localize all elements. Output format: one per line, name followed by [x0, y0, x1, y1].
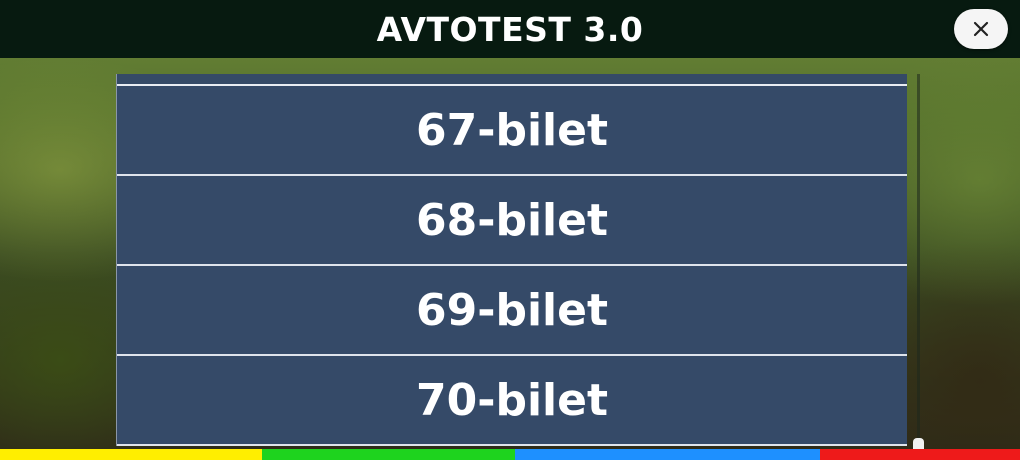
- list-item-partial[interactable]: [117, 74, 907, 86]
- ticket-label: 69-bilet: [415, 284, 609, 336]
- ticket-items: 67-bilet 68-bilet 69-bilet 70-bilet: [117, 86, 907, 446]
- ticket-item-68[interactable]: 68-bilet: [117, 176, 907, 266]
- color-segment-blue: [515, 449, 820, 460]
- color-bar: [0, 449, 1020, 460]
- color-segment-red: [820, 449, 1020, 460]
- title-bar: AVTOTEST 3.0: [0, 0, 1020, 58]
- ticket-list[interactable]: 67-bilet 68-bilet 69-bilet 70-bilet: [116, 74, 907, 446]
- ticket-label: 68-bilet: [415, 194, 609, 246]
- ticket-label: 70-bilet: [415, 374, 609, 426]
- ticket-item-67[interactable]: 67-bilet: [117, 86, 907, 176]
- close-icon: [973, 21, 989, 37]
- color-segment-yellow: [0, 449, 262, 460]
- scrollbar-track[interactable]: [917, 74, 920, 446]
- ticket-item-70[interactable]: 70-bilet: [117, 356, 907, 446]
- ticket-label: 67-bilet: [415, 104, 609, 156]
- app-title: AVTOTEST 3.0: [376, 9, 644, 49]
- ticket-item-69[interactable]: 69-bilet: [117, 266, 907, 356]
- color-segment-green: [262, 449, 515, 460]
- close-button[interactable]: [954, 9, 1008, 49]
